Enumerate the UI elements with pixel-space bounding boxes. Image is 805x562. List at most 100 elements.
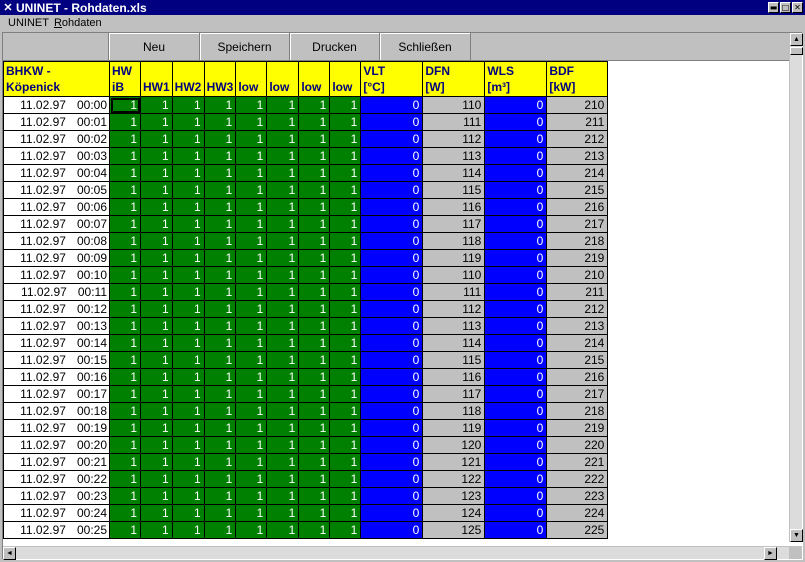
flag-cell[interactable]: 1 [140, 113, 173, 131]
wls-cell[interactable]: 0 [484, 436, 548, 454]
menu-rohdaten[interactable]: Rohdaten [54, 17, 102, 29]
flag-cell[interactable]: 1 [140, 334, 173, 352]
wls-cell[interactable]: 0 [484, 130, 548, 148]
bdf-cell[interactable]: 216 [546, 368, 609, 386]
flag-cell[interactable]: 1 [329, 521, 362, 539]
dfn-cell[interactable]: 120 [422, 436, 486, 454]
wls-cell[interactable]: 0 [484, 113, 548, 131]
bdf-cell[interactable]: 212 [546, 300, 609, 318]
flag-cell[interactable]: 1 [203, 351, 237, 369]
flag-cell[interactable]: 1 [298, 504, 331, 522]
flag-cell[interactable]: 1 [266, 96, 300, 114]
flag-cell[interactable]: 1 [298, 96, 331, 114]
flag-cell[interactable]: 1 [266, 113, 300, 131]
flag-cell[interactable]: 1 [298, 419, 331, 437]
flag-cell[interactable]: 1 [298, 470, 331, 488]
dfn-cell[interactable]: 113 [422, 317, 486, 335]
flag-cell[interactable]: 1 [203, 283, 237, 301]
vlt-cell[interactable]: 0 [360, 113, 424, 131]
flag-cell[interactable]: 1 [235, 487, 268, 505]
flag-cell[interactable]: 1 [298, 266, 331, 284]
flag-cell[interactable]: 1 [235, 198, 268, 216]
flag-cell[interactable]: 1 [329, 300, 362, 318]
drucken-button[interactable]: Drucken [290, 33, 380, 61]
flag-cell[interactable]: 1 [235, 368, 268, 386]
flag-cell[interactable]: 1 [203, 368, 237, 386]
flag-cell[interactable]: 1 [171, 266, 205, 284]
flag-cell[interactable]: 1 [171, 232, 205, 250]
wls-cell[interactable]: 0 [484, 198, 548, 216]
timestamp-cell[interactable]: 11.02.97 00:00 [3, 96, 110, 114]
bdf-cell[interactable]: 219 [546, 249, 609, 267]
flag-cell[interactable]: 1 [203, 385, 237, 403]
wls-cell[interactable]: 0 [484, 317, 548, 335]
flag-cell[interactable]: 1 [109, 113, 141, 131]
vlt-cell[interactable]: 0 [360, 181, 424, 199]
flag-cell[interactable]: 1 [329, 453, 362, 471]
flag-cell[interactable]: 1 [109, 215, 141, 233]
dfn-cell[interactable]: 122 [422, 470, 486, 488]
flag-cell[interactable]: 1 [235, 300, 268, 318]
timestamp-cell[interactable]: 11.02.97 00:24 [3, 504, 110, 522]
bdf-cell[interactable]: 210 [546, 96, 609, 114]
flag-cell[interactable]: 1 [266, 402, 300, 420]
flag-cell[interactable]: 1 [140, 232, 173, 250]
flag-cell[interactable]: 1 [329, 96, 362, 114]
flag-cell[interactable]: 1 [235, 504, 268, 522]
flag-cell[interactable]: 1 [266, 317, 300, 335]
flag-cell[interactable]: 1 [203, 147, 237, 165]
vlt-cell[interactable]: 0 [360, 470, 424, 488]
bdf-cell[interactable]: 214 [546, 334, 609, 352]
wls-cell[interactable]: 0 [484, 521, 548, 539]
app-icon[interactable]: ✕ [0, 0, 16, 15]
flag-cell[interactable]: 1 [329, 164, 362, 182]
wls-cell[interactable]: 0 [484, 266, 548, 284]
bdf-cell[interactable]: 213 [546, 147, 609, 165]
flag-cell[interactable]: 1 [171, 300, 205, 318]
dfn-cell[interactable]: 117 [422, 385, 486, 403]
flag-cell[interactable]: 1 [329, 419, 362, 437]
flag-cell[interactable]: 1 [171, 215, 205, 233]
dfn-cell[interactable]: 124 [422, 504, 486, 522]
flag-cell[interactable]: 1 [109, 198, 141, 216]
flag-cell[interactable]: 1 [109, 130, 141, 148]
vlt-cell[interactable]: 0 [360, 215, 424, 233]
vlt-cell[interactable]: 0 [360, 147, 424, 165]
dfn-cell[interactable]: 116 [422, 198, 486, 216]
flag-cell[interactable]: 1 [171, 164, 205, 182]
bdf-cell[interactable]: 217 [546, 215, 609, 233]
flag-cell[interactable]: 1 [109, 300, 141, 318]
flag-cell[interactable]: 1 [329, 368, 362, 386]
flag-cell[interactable]: 1 [203, 487, 237, 505]
dfn-cell[interactable]: 125 [422, 521, 486, 539]
flag-cell[interactable]: 1 [266, 419, 300, 437]
flag-cell[interactable]: 1 [266, 147, 300, 165]
flag-cell[interactable]: 1 [329, 181, 362, 199]
flag-cell[interactable]: 1 [298, 351, 331, 369]
flag-cell[interactable]: 1 [140, 266, 173, 284]
flag-cell[interactable]: 1 [266, 130, 300, 148]
wls-cell[interactable]: 0 [484, 351, 548, 369]
flag-cell[interactable]: 1 [109, 402, 141, 420]
flag-cell[interactable]: 1 [203, 470, 237, 488]
flag-cell[interactable]: 1 [109, 266, 141, 284]
dfn-cell[interactable]: 114 [422, 334, 486, 352]
flag-cell[interactable]: 1 [109, 249, 141, 267]
flag-cell[interactable]: 1 [203, 334, 237, 352]
flag-cell[interactable]: 1 [171, 351, 205, 369]
flag-cell[interactable]: 1 [203, 96, 237, 114]
flag-cell[interactable]: 1 [171, 436, 205, 454]
flag-cell[interactable]: 1 [171, 385, 205, 403]
vlt-cell[interactable]: 0 [360, 402, 424, 420]
schliessen-button[interactable]: Schließen [380, 33, 471, 61]
vlt-cell[interactable]: 0 [360, 283, 424, 301]
scroll-down-icon[interactable]: ▼ [790, 529, 803, 542]
flag-cell[interactable]: 1 [171, 130, 205, 148]
flag-cell[interactable]: 1 [171, 198, 205, 216]
flag-cell[interactable]: 1 [266, 521, 300, 539]
flag-cell[interactable]: 1 [235, 130, 268, 148]
flag-cell[interactable]: 1 [266, 181, 300, 199]
flag-cell[interactable]: 1 [329, 487, 362, 505]
timestamp-cell[interactable]: 11.02.97 00:02 [3, 130, 110, 148]
flag-cell[interactable]: 1 [266, 334, 300, 352]
